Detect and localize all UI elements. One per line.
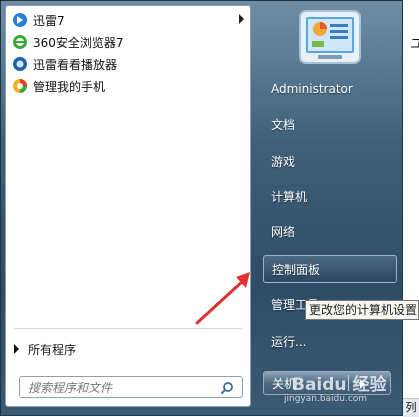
start-menu: 迅雷7 360安全浏览器7 迅雷看看播放器 管理我的手机 所有程序 搜索程序和文… xyxy=(0,0,403,416)
program-item-xunlei-player[interactable]: 迅雷看看播放器 xyxy=(8,54,248,74)
triangle-right-icon xyxy=(14,344,19,354)
baidu-watermark: Baidu 经验 jingyan.baidu.com xyxy=(272,366,392,410)
right-item-label: 网络 xyxy=(271,224,296,239)
control-panel-picture-icon xyxy=(299,10,361,64)
right-item-label: 控制面板 xyxy=(272,262,321,277)
program-label: 迅雷7 xyxy=(33,13,65,28)
right-item-label: Administrator xyxy=(271,82,353,96)
watermark-url: jingyan.baidu.com xyxy=(284,394,368,404)
program-item-360-browser[interactable]: 360安全浏览器7 xyxy=(8,32,248,52)
programs-pane: 迅雷7 360安全浏览器7 迅雷看看播放器 管理我的手机 所有程序 xyxy=(5,5,251,407)
right-item-label: 计算机 xyxy=(271,189,308,204)
program-label: 360安全浏览器7 xyxy=(33,35,124,50)
background-edge-text: ユ xyxy=(410,37,419,52)
right-item-documents[interactable]: 文档 xyxy=(263,111,397,137)
program-item-phone-manager[interactable]: 管理我的手机 xyxy=(8,76,248,96)
right-item-network[interactable]: 网络 xyxy=(263,218,397,244)
right-item-run[interactable]: 运行... xyxy=(263,328,397,354)
search-icon[interactable] xyxy=(220,381,234,395)
right-item-computer[interactable]: 计算机 xyxy=(263,183,397,209)
all-programs-label: 所有程序 xyxy=(28,342,77,357)
background-edge-tab: 列 xyxy=(403,398,419,417)
right-item-administrator[interactable]: Administrator xyxy=(263,76,397,102)
program-label: 迅雷看看播放器 xyxy=(33,57,118,72)
phone-manager-icon xyxy=(12,78,28,94)
program-label: 管理我的手机 xyxy=(33,79,106,94)
browser-360-icon xyxy=(12,34,28,50)
right-item-label: 运行... xyxy=(271,334,307,349)
divider xyxy=(14,328,242,329)
watermark-brand: Baidu 经验 xyxy=(292,375,387,395)
right-item-control-panel[interactable]: 控制面板 xyxy=(263,255,397,283)
right-item-label: 游戏 xyxy=(271,154,296,169)
xunlei-player-icon xyxy=(12,56,28,72)
all-programs-button[interactable]: 所有程序 xyxy=(14,340,76,358)
user-picture[interactable] xyxy=(298,9,362,65)
control-panel-tooltip: 更改您的计算机设置 xyxy=(305,300,419,320)
right-item-games[interactable]: 游戏 xyxy=(263,148,397,174)
xunlei-icon xyxy=(12,12,28,28)
program-item-xunlei7[interactable]: 迅雷7 xyxy=(8,10,248,30)
search-input[interactable] xyxy=(26,379,220,397)
submenu-arrow-icon xyxy=(239,14,244,24)
search-box[interactable] xyxy=(19,376,243,398)
right-item-label: 文档 xyxy=(271,117,296,132)
